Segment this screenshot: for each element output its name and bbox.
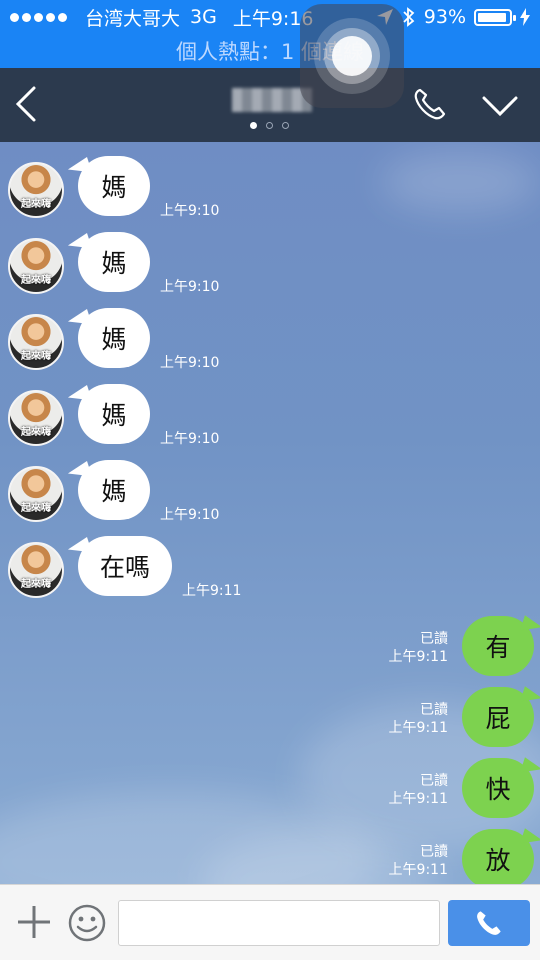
- outgoing-message: 已讀上午9:11 放: [0, 829, 540, 884]
- outgoing-message: 已讀上午9:11 有: [0, 616, 540, 678]
- network-type: 3G: [190, 6, 217, 28]
- chat-header: [0, 68, 540, 142]
- incoming-bubble[interactable]: 在嗎: [78, 536, 173, 596]
- page-dot: [250, 122, 257, 129]
- read-receipt: 已讀: [420, 844, 448, 860]
- assistive-touch-button[interactable]: [300, 4, 404, 108]
- voice-call-button[interactable]: [448, 900, 530, 946]
- page-indicator: [250, 122, 289, 129]
- message-input[interactable]: [118, 900, 440, 946]
- phone-icon: [477, 911, 501, 935]
- avatar-caption: 起來嗨: [21, 579, 51, 590]
- message-time: 上午9:10: [160, 203, 220, 219]
- incoming-bubble[interactable]: 媽: [78, 384, 150, 444]
- hotspot-bar[interactable]: 個人熱點：1 個連線: [0, 34, 540, 68]
- outgoing-bubble[interactable]: 放: [462, 829, 534, 884]
- carrier-name: 台湾大哥大: [85, 7, 181, 30]
- read-receipt: 已讀: [420, 702, 448, 718]
- battery-fill: [478, 12, 506, 22]
- emoji-icon[interactable]: [67, 903, 107, 943]
- message-meta: 已讀上午9:11: [389, 772, 448, 808]
- incoming-message: 起來嗨 媽上午9:10: [0, 230, 540, 300]
- read-receipt: 已讀: [420, 631, 448, 647]
- message-time: 上午9:11: [182, 583, 242, 599]
- incoming-message: 起來嗨 在嗎 上午9:11: [0, 534, 540, 604]
- incoming-message: 起來嗨 媽上午9:10: [0, 458, 540, 528]
- battery-percent: 93%: [423, 6, 466, 28]
- avatar[interactable]: 起來嗨: [8, 390, 64, 446]
- message-meta: 已讀上午9:11: [389, 843, 448, 879]
- avatar-caption: 起來嗨: [21, 199, 51, 210]
- incoming-message: 起來嗨 媽上午9:10: [0, 154, 540, 224]
- incoming-bubble[interactable]: 媽: [78, 308, 150, 368]
- message-input-bar: [0, 884, 540, 960]
- message-time: 上午9:11: [388, 649, 448, 665]
- outgoing-message: 已讀上午9:11 屁: [0, 687, 540, 749]
- outgoing-bubble[interactable]: 快: [462, 758, 534, 818]
- chevron-down-icon[interactable]: [480, 90, 520, 120]
- message-time: 上午9:11: [388, 720, 448, 736]
- message-time: 上午9:10: [160, 279, 220, 295]
- incoming-bubble[interactable]: 媽: [78, 460, 150, 520]
- incoming-message: 起來嗨 媽上午9:10: [0, 382, 540, 452]
- avatar[interactable]: 起來嗨: [8, 542, 64, 598]
- avatar[interactable]: 起來嗨: [8, 162, 64, 218]
- message-time: 上午9:10: [160, 431, 220, 447]
- avatar-caption: 起來嗨: [21, 275, 51, 286]
- outgoing-message: 已讀上午9:11 快: [0, 758, 540, 820]
- avatar-caption: 起來嗨: [21, 503, 51, 514]
- message-time: 上午9:11: [388, 791, 448, 807]
- battery-icon: [474, 8, 516, 26]
- avatar-caption: 起來嗨: [21, 351, 51, 362]
- outgoing-bubble[interactable]: 有: [462, 616, 534, 676]
- signal-strength-icon: [10, 12, 67, 22]
- phone-icon[interactable]: [412, 86, 448, 122]
- back-arrow-icon[interactable]: [12, 84, 42, 124]
- charging-icon: [520, 8, 530, 26]
- status-bar: 台湾大哥大 3G 上午9:16 93%: [0, 0, 540, 34]
- incoming-message: 起來嗨 媽上午9:10: [0, 306, 540, 376]
- read-receipt: 已讀: [420, 773, 448, 789]
- avatar[interactable]: 起來嗨: [8, 238, 64, 294]
- avatar[interactable]: 起來嗨: [8, 314, 64, 370]
- message-time: 上午9:10: [160, 355, 220, 371]
- incoming-bubble[interactable]: 媽: [78, 232, 150, 292]
- message-time: 上午9:10: [160, 507, 220, 523]
- plus-icon[interactable]: [16, 904, 52, 940]
- avatar[interactable]: 起來嗨: [8, 466, 64, 522]
- message-meta: 已讀上午9:11: [389, 701, 448, 737]
- avatar-caption: 起來嗨: [21, 427, 51, 438]
- outgoing-bubble[interactable]: 屁: [462, 687, 534, 747]
- page-dot: [266, 122, 273, 129]
- message-time: 上午9:11: [388, 862, 448, 878]
- message-meta: 已讀上午9:11: [389, 630, 448, 666]
- chat-area[interactable]: 起來嗨媽上午9:10 起來嗨媽上午9:10 起來嗨媽上午9:10 起來嗨媽上午9:10…: [0, 142, 540, 884]
- incoming-bubble[interactable]: 媽: [78, 156, 150, 216]
- page-dot: [282, 122, 289, 129]
